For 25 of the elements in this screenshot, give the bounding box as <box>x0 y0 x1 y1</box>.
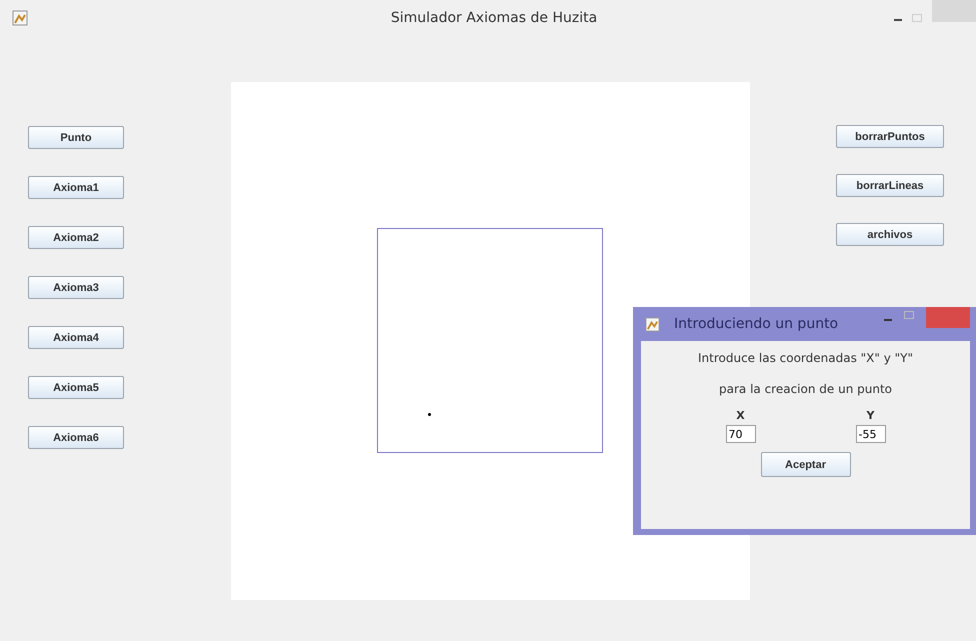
field-label: X <box>736 409 745 422</box>
axiom-button[interactable]: Axioma3 <box>28 276 124 299</box>
app-icon <box>645 316 660 332</box>
point-dot <box>428 413 431 416</box>
action-button[interactable]: archivos <box>836 223 944 246</box>
app-icon <box>12 10 28 26</box>
axiom-button[interactable]: Axioma4 <box>28 326 124 349</box>
instruction-text: Introduce las coordenadas "X" y "Y" <box>698 350 913 367</box>
axiom-button[interactable]: Punto <box>28 126 124 149</box>
field-label: Y <box>866 409 874 422</box>
accept-button[interactable]: Aceptar <box>760 452 850 477</box>
minimize-button[interactable] <box>884 318 892 320</box>
coordinate-field[interactable]: -55 <box>856 425 886 443</box>
dialog-title: Introduciendo un punto <box>674 316 838 332</box>
action-button[interactable]: borrarPuntos <box>836 125 944 148</box>
coordinate-field[interactable]: 70 <box>726 425 756 443</box>
axiom-button[interactable]: Axioma5 <box>28 376 124 399</box>
maximize-button[interactable] <box>904 310 914 318</box>
axiom-button[interactable]: Axioma6 <box>28 426 124 449</box>
instruction-text: para la creacion de un punto <box>719 381 892 398</box>
axiom-button[interactable]: Axioma2 <box>28 226 124 249</box>
maximize-button[interactable] <box>912 14 922 22</box>
window-title: Simulador Axiomas de Huzita <box>390 10 598 26</box>
axiom-button[interactable]: Axioma1 <box>28 176 124 199</box>
action-button[interactable]: borrarLineas <box>836 174 944 197</box>
